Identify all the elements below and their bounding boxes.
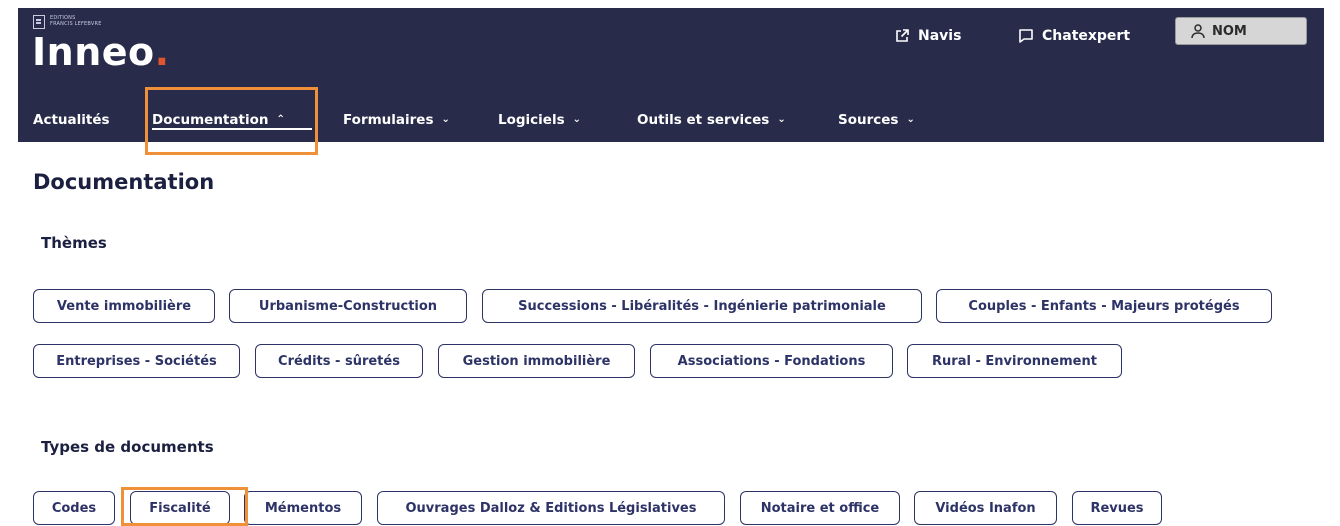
chevron-down-icon: ⌄ [906,114,915,125]
type-chip-notaire[interactable]: Notaire et office [740,491,900,525]
nav-documentation[interactable]: Documentation ⌃ [152,112,285,128]
types-section-title: Types de documents [41,438,214,456]
type-chip-videos[interactable]: Vidéos Inafon [914,491,1057,525]
type-chip-codes[interactable]: Codes [33,491,115,525]
chevron-down-icon: ⌄ [572,114,582,125]
publisher-brand: EDITIONS FRANCIS LEFEBVRE [33,15,102,29]
publisher-logo-icon [33,15,45,29]
nav-documentation-label: Documentation [152,112,269,128]
nav-sources[interactable]: Sources ⌄ [838,112,915,128]
type-chip-ouvrages[interactable]: Ouvrages Dalloz & Editions Législatives [377,491,725,525]
brand-line-2: FRANCIS LEFEBVRE [50,21,102,27]
theme-chip-credits[interactable]: Crédits - sûretés [255,344,423,378]
navis-label: Navis [918,28,962,44]
theme-chip-vente-immobiliere[interactable]: Vente immobilière [33,289,215,323]
theme-chip-successions[interactable]: Successions - Libéralités - Ingénierie p… [482,289,922,323]
active-tab-underline [152,128,312,130]
profile-button[interactable]: NOM [1175,17,1307,45]
chevron-down-icon: ⌄ [441,114,450,125]
nav-outils-label: Outils et services [637,112,770,128]
chatexpert-link[interactable]: Chatexpert [1018,28,1130,44]
nav-formulaires[interactable]: Formulaires ⌄ [343,112,450,128]
chevron-up-icon: ⌃ [276,114,285,125]
theme-chip-urbanisme[interactable]: Urbanisme-Construction [229,289,467,323]
nav-actualites-label: Actualités [33,112,110,128]
user-icon [1191,24,1205,39]
inneo-logo[interactable]: Inneo. [32,30,170,74]
nav-logiciels-label: Logiciels [498,112,565,128]
theme-chip-associations[interactable]: Associations - Fondations [650,344,893,378]
theme-chip-entreprises[interactable]: Entreprises - Sociétés [33,344,240,378]
type-chip-revues[interactable]: Revues [1072,491,1162,525]
logo-dot: . [154,30,170,74]
logo-text: Inneo [32,30,155,74]
chevron-down-icon: ⌄ [777,114,786,125]
nav-formulaires-label: Formulaires [343,112,434,128]
nav-sources-label: Sources [838,112,899,128]
type-chip-mementos[interactable]: Mémentos [244,491,362,525]
chat-bubble-icon [1019,29,1033,43]
profile-name: NOM [1212,23,1247,39]
top-header: EDITIONS FRANCIS LEFEBVRE Inneo. Navis C… [18,8,1324,142]
themes-section-title: Thèmes [41,234,107,252]
nav-logiciels[interactable]: Logiciels ⌄ [498,112,581,128]
nav-outils-services[interactable]: Outils et services ⌄ [637,112,786,128]
external-link-icon [896,29,909,42]
type-chip-fiscalite[interactable]: Fiscalité [130,491,230,525]
theme-chip-rural[interactable]: Rural - Environnement [907,344,1122,378]
chatexpert-label: Chatexpert [1042,28,1131,44]
page-title: Documentation [33,170,215,194]
nav-actualites[interactable]: Actualités [33,112,110,128]
theme-chip-couples[interactable]: Couples - Enfants - Majeurs protégés [936,289,1272,323]
navis-link[interactable]: Navis [894,28,961,44]
theme-chip-gestion-immobiliere[interactable]: Gestion immobilière [438,344,635,378]
